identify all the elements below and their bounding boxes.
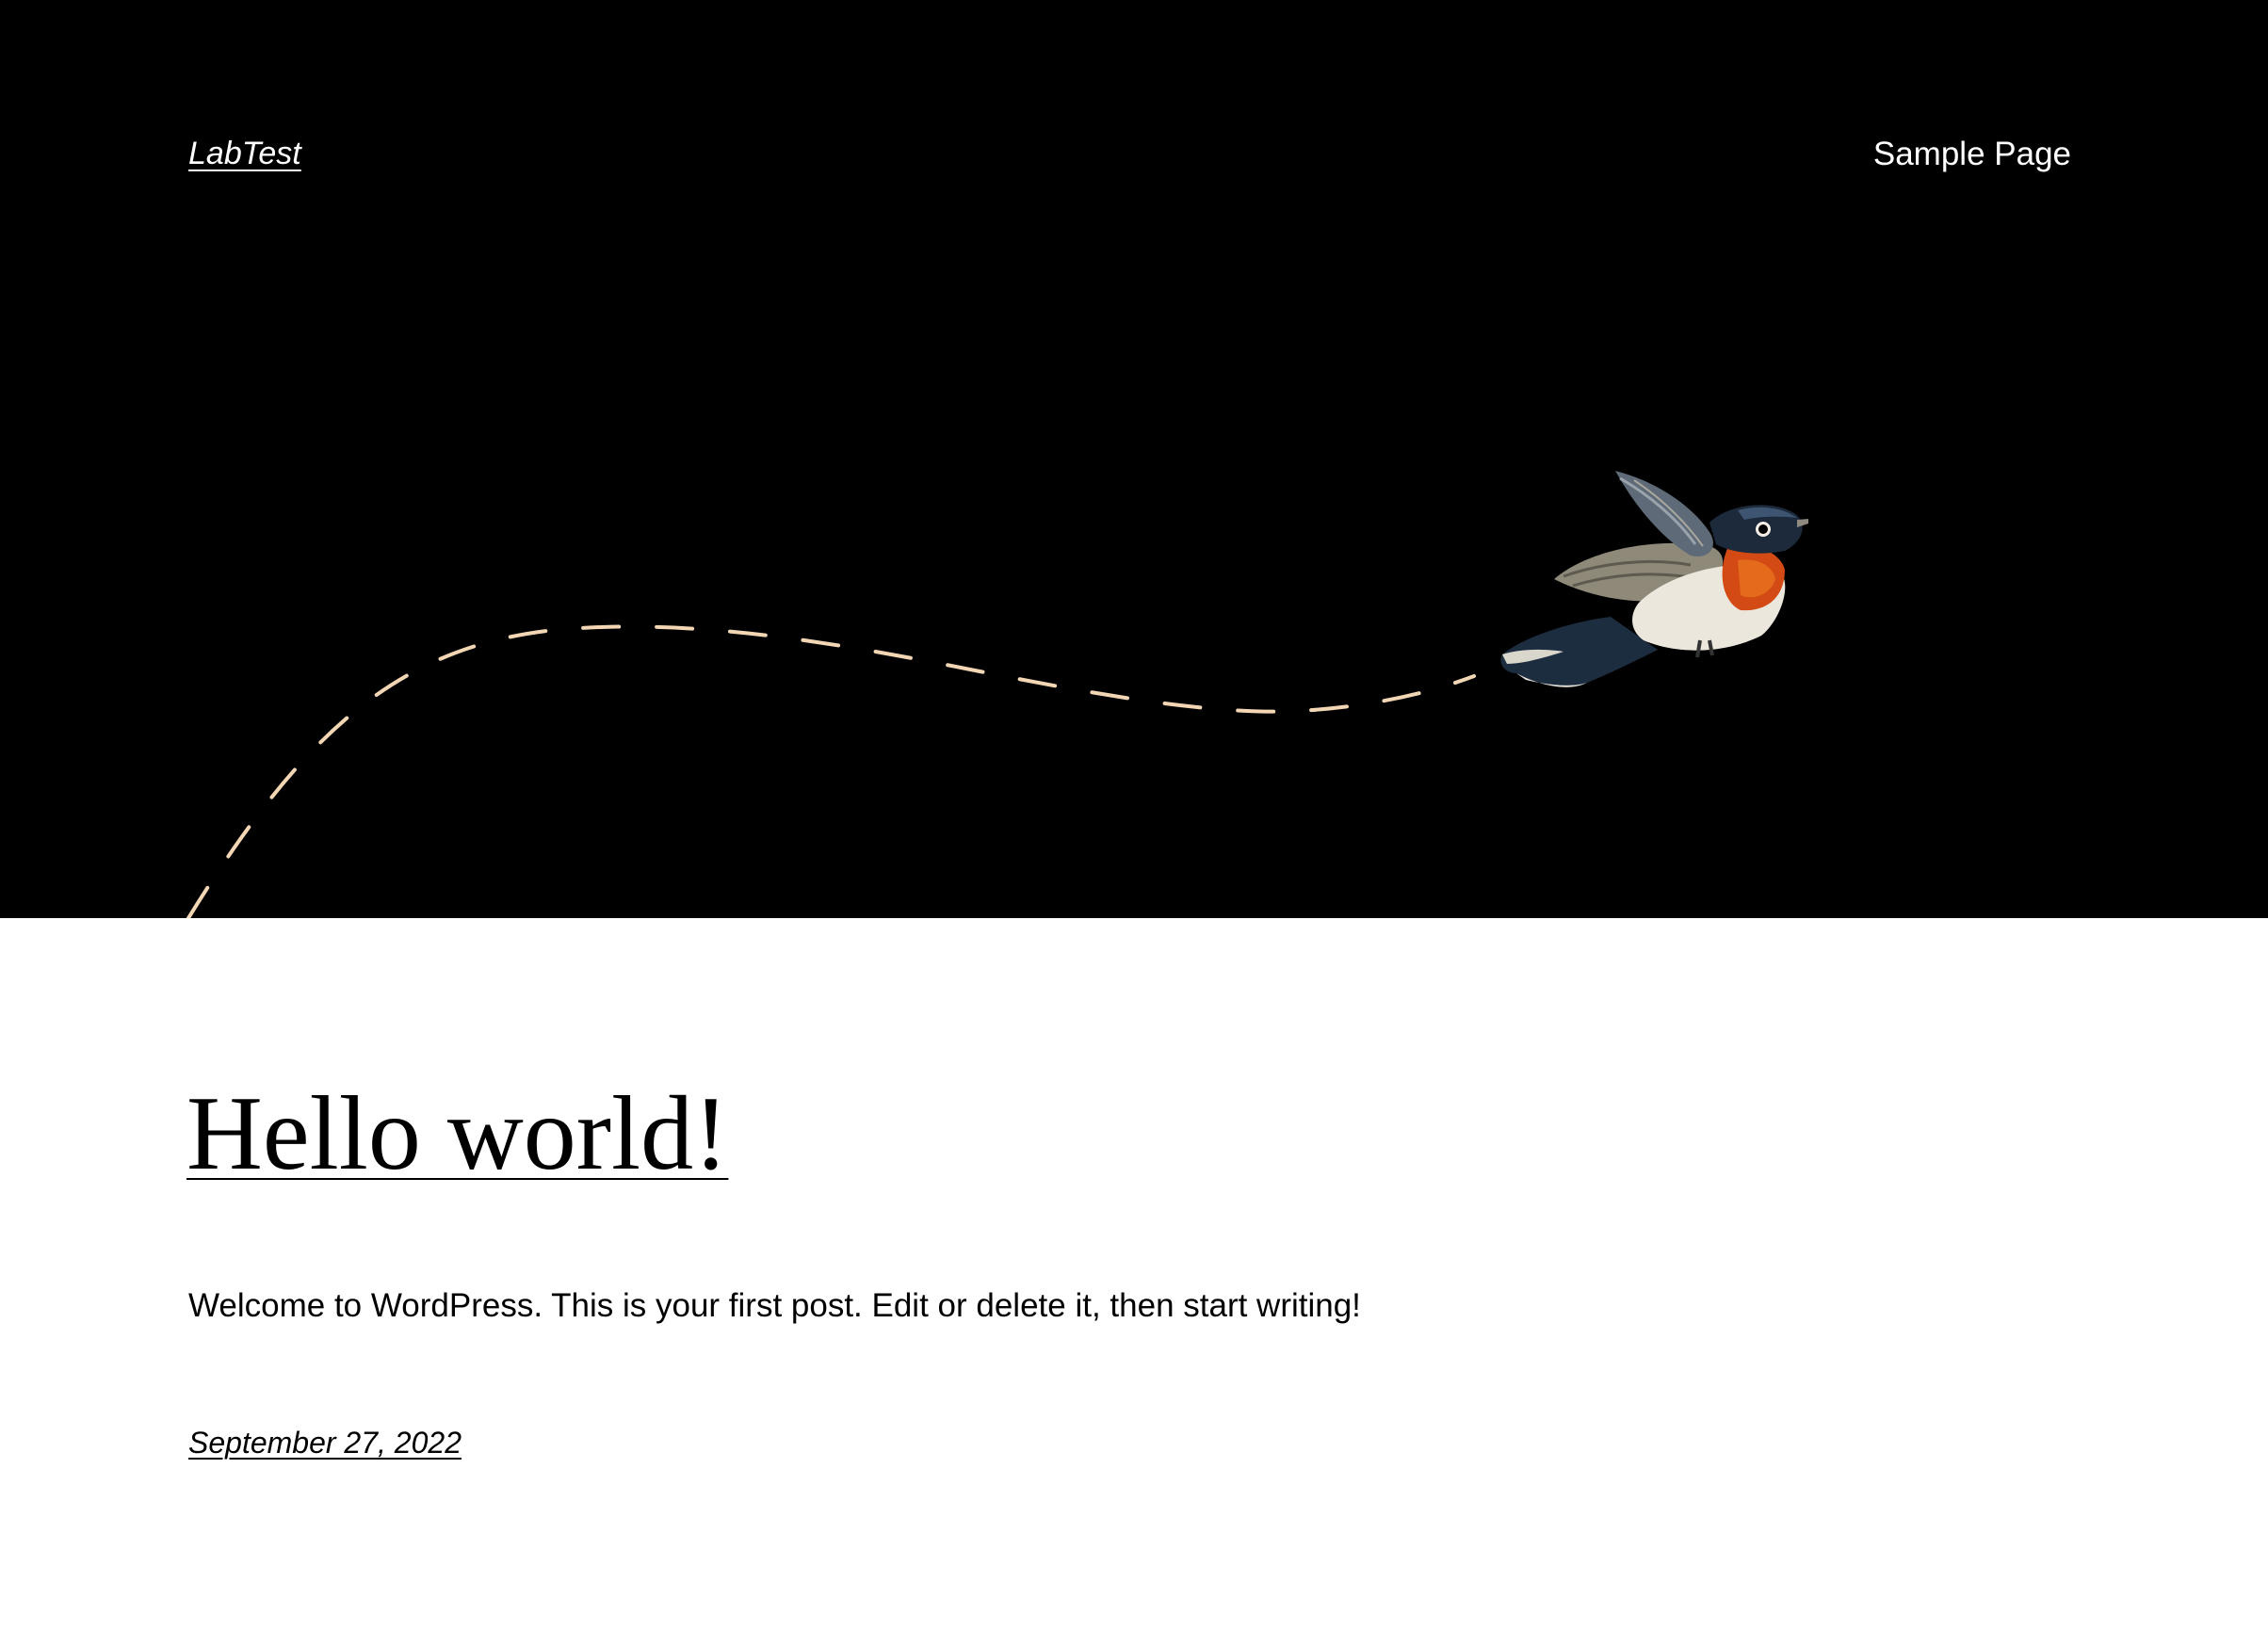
post-excerpt: Welcome to WordPress. This is your first…	[188, 1287, 1361, 1324]
post-date-link[interactable]: September 27, 2022	[188, 1428, 462, 1458]
hero-illustration	[186, 471, 1808, 918]
page: LabTest Sample Page Hello world! Welcome…	[0, 0, 2268, 1646]
dashed-flight-path	[186, 624, 1476, 918]
post-title-link[interactable]: Hello world!	[186, 1081, 728, 1186]
flying-bird-icon	[1500, 471, 1808, 687]
site-header-hero: LabTest Sample Page	[0, 0, 2268, 918]
